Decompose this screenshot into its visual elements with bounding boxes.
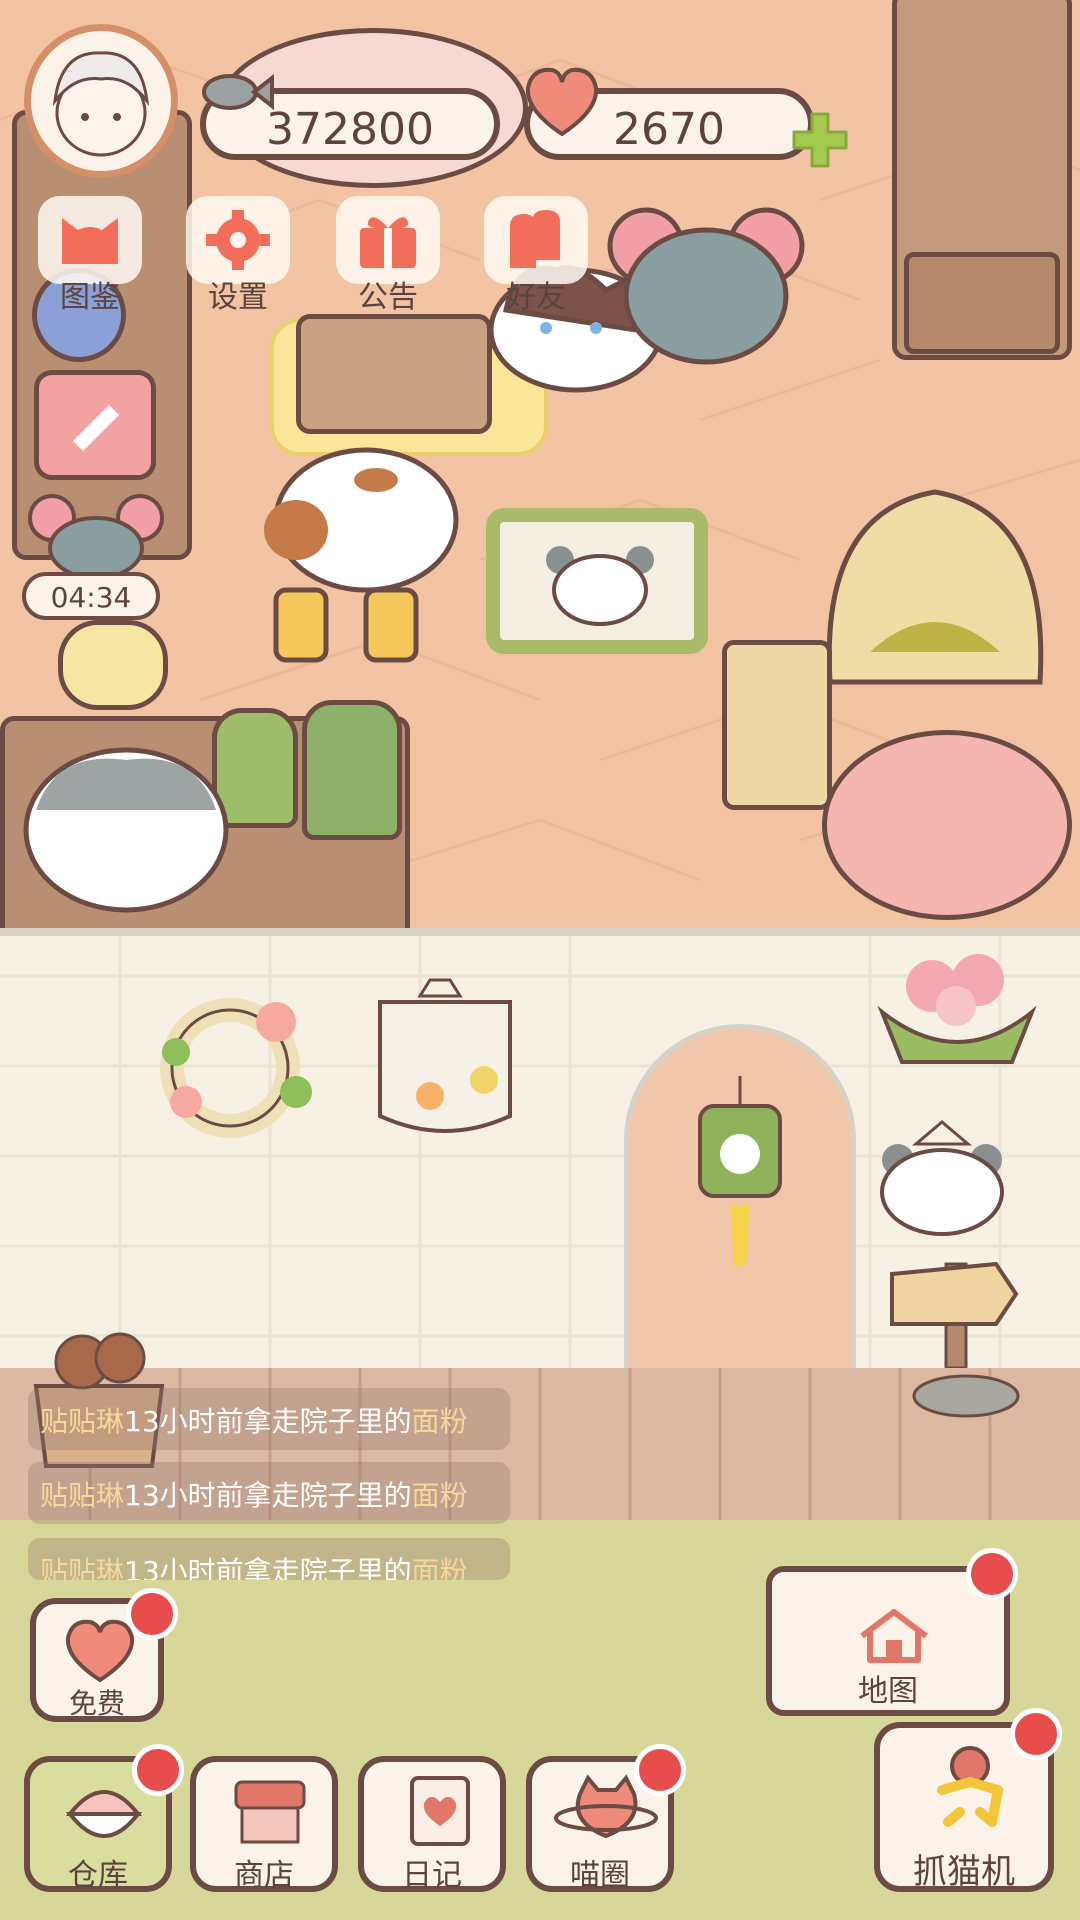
announcement-label: 公告: [358, 280, 418, 315]
scratch-post: [722, 640, 832, 810]
pencil-icon: [73, 405, 119, 451]
diary-book-icon: [410, 1776, 470, 1846]
small-mouse: [28, 494, 164, 572]
friends-label: 好友: [506, 280, 566, 315]
yard-wall: [0, 936, 1080, 1368]
log-item: 面粉: [411, 1405, 468, 1438]
gear-icon: [206, 210, 270, 270]
log-player-name: 贴贴琳: [40, 1405, 125, 1438]
log-text: 13小时前拿走院子里的: [124, 1479, 412, 1512]
collection-button[interactable]: 图鉴: [30, 196, 150, 315]
log-text: 13小时前拿走院子里的: [124, 1555, 412, 1580]
log-item: 面粉: [411, 1479, 468, 1512]
orange-cat: [264, 447, 459, 663]
cat-head-icon: [62, 218, 118, 264]
grass-rock: [912, 1374, 1020, 1418]
plant-pot: [302, 700, 402, 840]
map-notification-dot: [966, 1548, 1018, 1600]
player-avatar[interactable]: [24, 24, 178, 178]
warehouse-notification-dot: [132, 1744, 184, 1796]
diary-label: 日记: [402, 1858, 462, 1893]
free-label: 免费: [68, 1687, 125, 1720]
log-item: 面粉: [411, 1555, 468, 1580]
panda-face: [546, 546, 654, 626]
hanging-banner: [378, 978, 512, 1133]
edit-pad-button[interactable]: [34, 370, 156, 480]
activity-log-item: 贴贴琳13小时前拿走院子里的面粉: [28, 1462, 510, 1524]
countdown-timer: 04:34: [22, 572, 160, 620]
activity-log-item: 贴贴琳13小时前拿走院子里的面粉: [28, 1538, 510, 1580]
cat-circle-label: 喵圈: [570, 1858, 630, 1893]
wooden-table: [296, 314, 492, 434]
grey-cat: [23, 747, 229, 913]
flower-pot: [877, 954, 1037, 1064]
shop-button[interactable]: 商店: [190, 1756, 338, 1893]
flower-wreath: [160, 998, 312, 1138]
pink-beanbag: [822, 730, 1072, 920]
shop-stall-icon: [234, 1780, 306, 1844]
basket-bed: [826, 489, 1044, 685]
friends-icon: [510, 210, 560, 268]
gift-icon: [360, 217, 416, 268]
log-text: 13小时前拿走院子里的: [124, 1405, 412, 1438]
free-notification-dot: [126, 1588, 178, 1640]
rice-bowl-icon: [65, 1790, 143, 1838]
announcement-button[interactable]: 公告: [328, 196, 448, 315]
friends-button[interactable]: 好友: [476, 196, 596, 315]
map-label: 地图: [858, 1674, 918, 1709]
add-hearts-button[interactable]: [790, 110, 850, 170]
claw-icon: [937, 1746, 1003, 1827]
grey-mouse: [607, 207, 805, 365]
plus-icon: [792, 112, 848, 168]
floor-divider: [0, 928, 1080, 936]
shop-label: 商店: [234, 1858, 294, 1893]
collection-label: 图鉴: [60, 280, 120, 315]
panda-sign: [880, 1120, 1004, 1236]
heart-icon: [525, 67, 599, 137]
log-player-name: 贴贴琳: [40, 1555, 125, 1580]
fish-icon: [202, 73, 274, 111]
log-player-name: 贴贴琳: [40, 1479, 125, 1512]
heart-face-icon: [65, 1619, 135, 1683]
claw-machine-label: 抓猫机: [913, 1852, 1015, 1892]
shelf-drawer: [904, 252, 1060, 354]
settings-label: 设置: [208, 280, 268, 315]
activity-log-item: 贴贴琳13小时前拿走院子里的面粉: [28, 1388, 510, 1450]
warehouse-label: 仓库: [68, 1858, 128, 1893]
claw-machine-notification-dot: [1010, 1708, 1062, 1760]
house-icon: [860, 1609, 928, 1663]
timer-value: 04:34: [50, 581, 132, 614]
avatar-face-icon: [52, 51, 150, 157]
wooden-signpost: [890, 1261, 1019, 1368]
cat-circle-notification-dot: [634, 1744, 686, 1796]
honey-jar: [58, 620, 168, 710]
settings-button[interactable]: 设置: [178, 196, 298, 315]
diary-button[interactable]: 日记: [358, 1756, 506, 1893]
omamori-charm: [698, 1076, 782, 1266]
